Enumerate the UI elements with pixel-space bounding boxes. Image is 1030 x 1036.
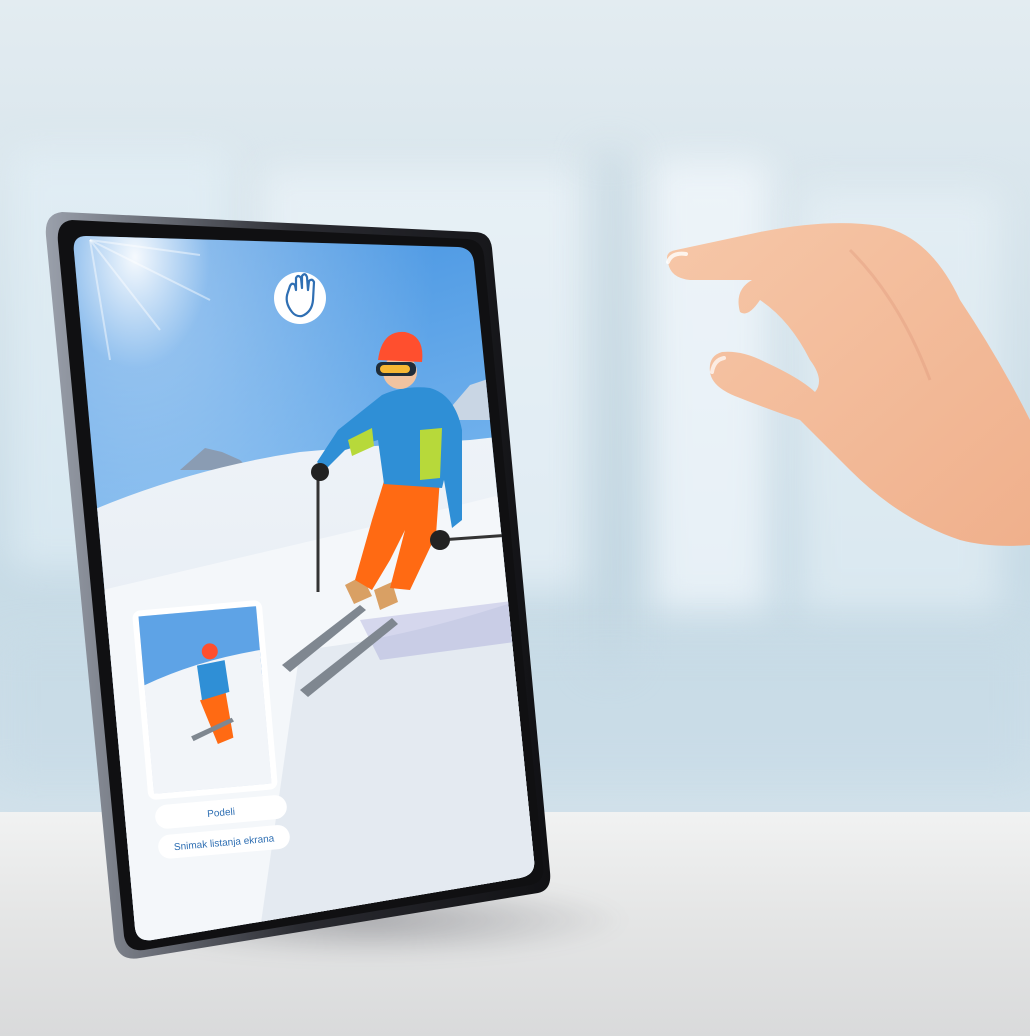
screenshot-preview-card[interactable]: [132, 600, 278, 801]
glove-right: [430, 530, 450, 550]
hand-gesture-illustration: [666, 223, 1030, 546]
hand-grab-icon: [274, 272, 326, 324]
goggle-lens: [380, 365, 410, 373]
glove-left: [311, 463, 329, 481]
device-illustration: Podeli Snimak listanja ekrana: [45, 212, 1030, 959]
scene: Podeli Snimak listanja ekrana: [0, 0, 1030, 1036]
